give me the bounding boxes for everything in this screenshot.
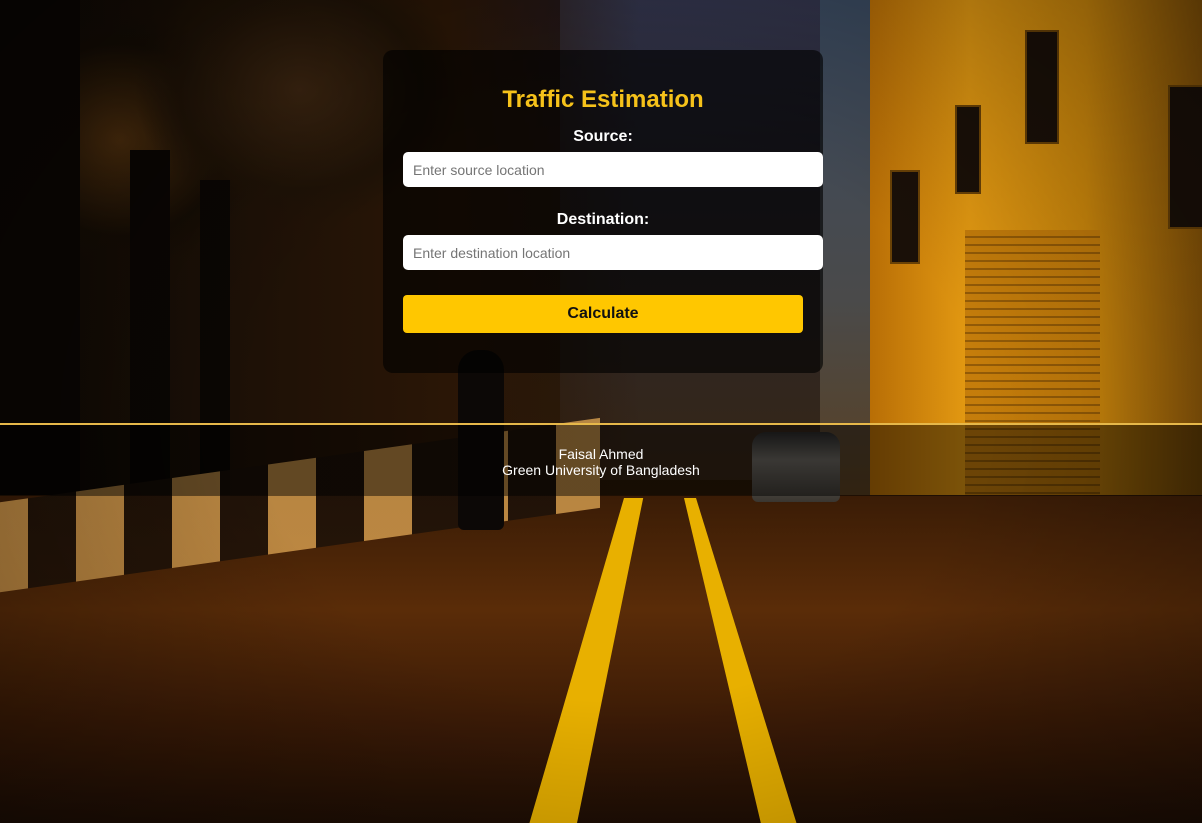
source-input[interactable] (403, 152, 823, 187)
traffic-form-card: Traffic Estimation Source: Destination: … (383, 50, 823, 373)
destination-label: Destination: (556, 211, 650, 228)
footer-author: Faisal Ahmed (558, 446, 644, 462)
calculate-button[interactable]: Calculate (403, 295, 803, 333)
footer-institution: Green University of Bangladesh (502, 462, 700, 478)
source-label: Source: (573, 128, 633, 145)
destination-input[interactable] (403, 235, 823, 270)
page-title: Traffic Estimation (502, 86, 704, 113)
footer: Faisal Ahmed Green University of Banglad… (0, 423, 1202, 496)
